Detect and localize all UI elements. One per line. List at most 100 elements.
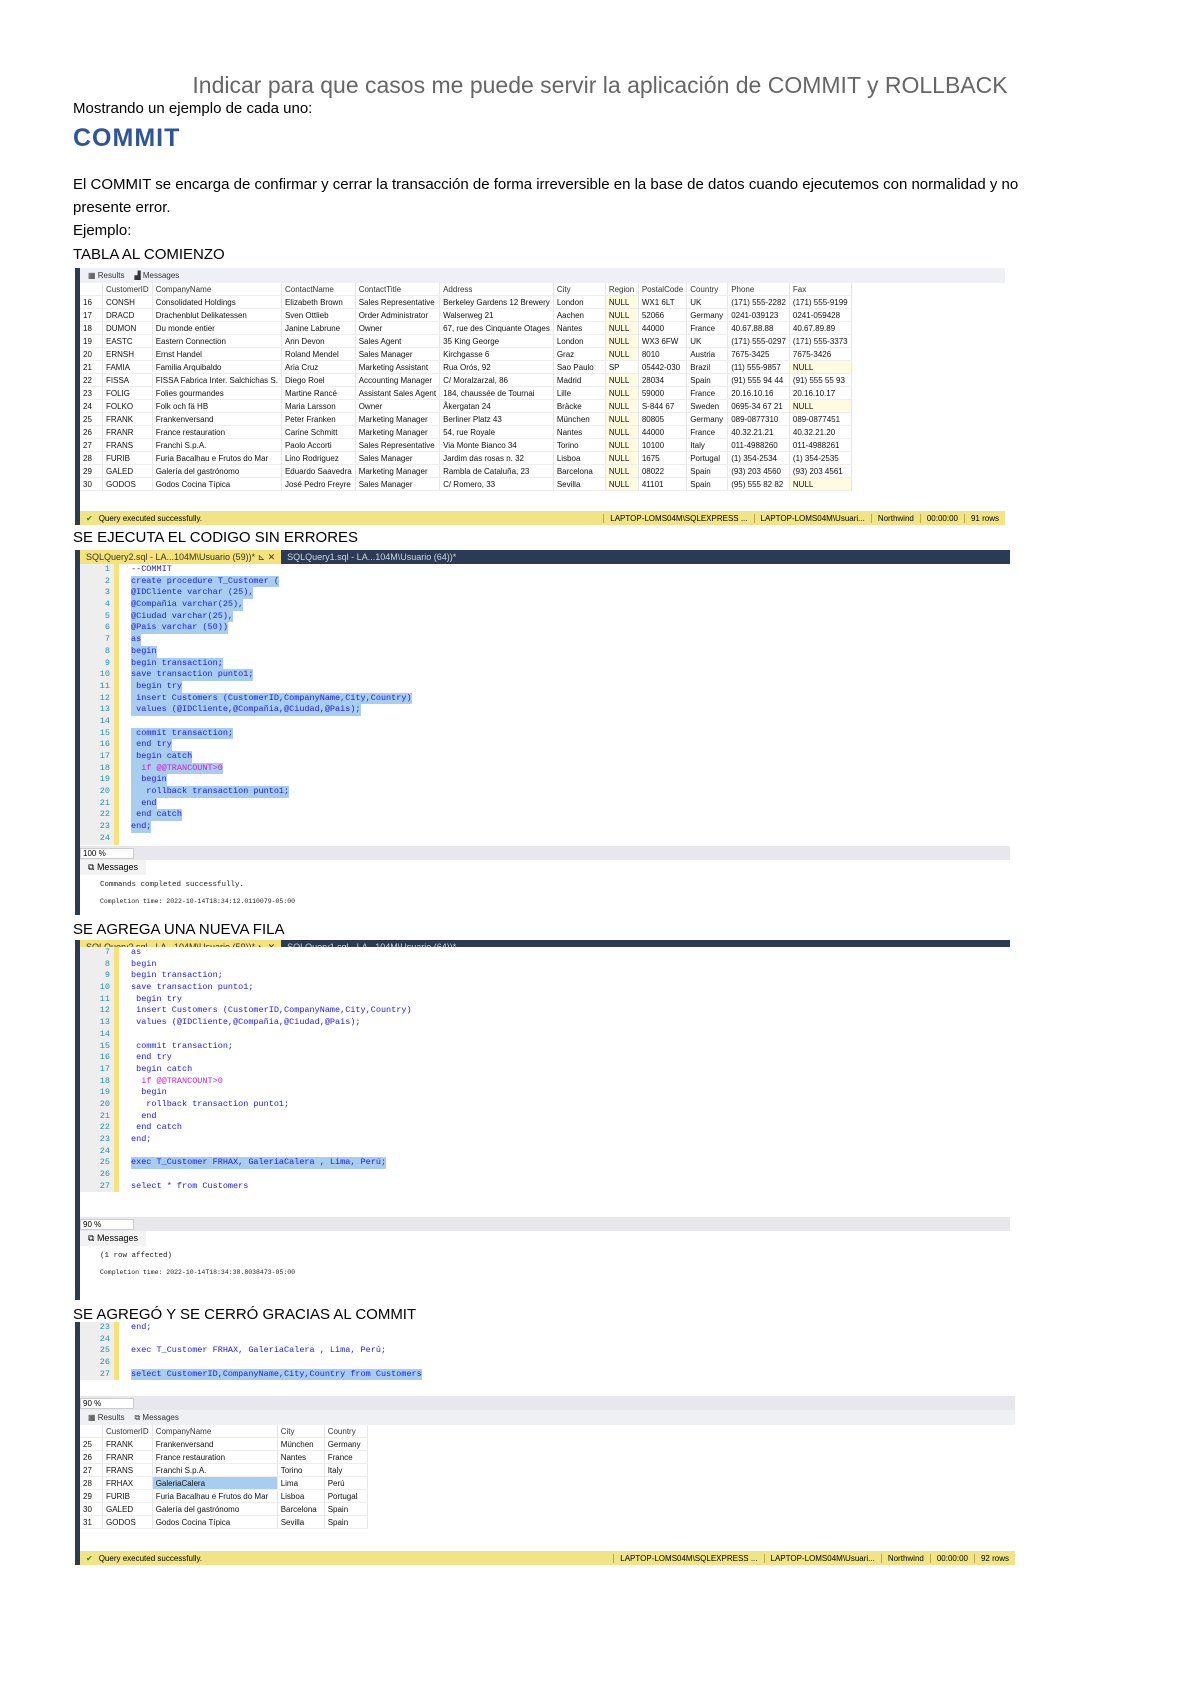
table-cell[interactable]: NULL bbox=[605, 464, 639, 478]
table-cell[interactable]: Walserweg 21 bbox=[439, 308, 554, 322]
table-cell[interactable]: FRANS bbox=[102, 1463, 153, 1477]
table-cell[interactable]: Paolo Accorti bbox=[281, 438, 356, 452]
column-header[interactable]: Fax bbox=[789, 283, 852, 296]
query-tab[interactable]: SQLQuery2.sql - LA...104M\Usuario (59))*… bbox=[80, 550, 282, 564]
table-cell[interactable]: Ann Devon bbox=[281, 334, 356, 348]
table-cell[interactable]: GODOS bbox=[102, 477, 153, 491]
table-cell[interactable]: 26 bbox=[80, 425, 103, 439]
table-cell[interactable]: Rua Orós, 92 bbox=[439, 360, 554, 374]
table-cell[interactable]: Marketing Assistant bbox=[355, 360, 441, 374]
table-cell[interactable]: Frankenversand bbox=[152, 1437, 278, 1451]
table-cell[interactable]: Order Administrator bbox=[355, 308, 441, 322]
table-cell[interactable]: Sales Manager bbox=[355, 347, 441, 361]
table-cell[interactable]: Martine Rancé bbox=[281, 386, 356, 400]
column-header[interactable]: City bbox=[277, 1425, 325, 1438]
table-cell[interactable]: Sweden bbox=[686, 399, 729, 413]
table-cell[interactable]: Sven Ottlieb bbox=[281, 308, 356, 322]
table-row[interactable]: 30 GALED Galería del gastrónomo Barcelona Sp… bbox=[80, 1502, 368, 1516]
table-cell[interactable]: 20.16.10.16 bbox=[727, 386, 790, 400]
code-editor[interactable]: 7 as 8 begin 9 begin transaction; 10 save trans… bbox=[80, 947, 1010, 1217]
table-cell[interactable]: 80805 bbox=[638, 412, 688, 426]
table-cell[interactable]: Janine Labrune bbox=[281, 321, 356, 335]
table-cell[interactable]: (91) 555 94 44 bbox=[727, 373, 790, 387]
table-cell[interactable]: SP bbox=[605, 360, 639, 374]
table-cell[interactable]: London bbox=[553, 295, 606, 309]
table-cell[interactable]: DUMON bbox=[102, 321, 153, 335]
table-cell[interactable]: Eduardo Saavedra bbox=[281, 464, 356, 478]
table-cell[interactable]: CONSH bbox=[102, 295, 153, 309]
table-cell[interactable]: FOLIG bbox=[102, 386, 153, 400]
table-cell[interactable]: Marketing Manager bbox=[355, 464, 441, 478]
table-row[interactable]: 27 FRANS Franchi S.p.A. Torino Italy bbox=[80, 1463, 368, 1477]
table-row[interactable]: 29 GALED Galería del gastrónomo Eduardo Saa… bbox=[80, 464, 852, 478]
table-cell[interactable]: Lille bbox=[553, 386, 606, 400]
table-cell[interactable]: Marketing Manager bbox=[355, 425, 441, 439]
table-cell[interactable]: 40.32.21.20 bbox=[789, 425, 852, 439]
column-header[interactable]: Address bbox=[439, 283, 554, 296]
table-cell[interactable]: Spain bbox=[686, 477, 729, 491]
table-row[interactable]: 17 DRACD Drachenblut Delikatessen Sven Ottl… bbox=[80, 308, 852, 322]
table-cell[interactable]: Familia Arquibaldo bbox=[152, 360, 282, 374]
messages-tab[interactable]: ⧉ Messages bbox=[80, 860, 146, 875]
table-cell[interactable]: 40.32.21.21 bbox=[727, 425, 790, 439]
table-cell[interactable]: NULL bbox=[605, 347, 639, 361]
table-cell[interactable]: 0241-039123 bbox=[727, 308, 790, 322]
table-cell[interactable]: France bbox=[686, 321, 729, 335]
table-cell[interactable]: 1675 bbox=[638, 451, 688, 465]
table-row[interactable]: 26 FRANR France restauration Nantes France bbox=[80, 1450, 368, 1464]
table-cell[interactable]: WX1 6LT bbox=[638, 295, 688, 309]
table-cell[interactable]: 27 bbox=[80, 438, 103, 452]
table-cell[interactable]: Aria Cruz bbox=[281, 360, 356, 374]
table-row[interactable]: 16 CONSH Consolidated Holdings Elizabeth Br… bbox=[80, 295, 852, 309]
table-cell[interactable]: 0695-34 67 21 bbox=[727, 399, 790, 413]
tab-messages[interactable]: ▟ Messages bbox=[134, 271, 179, 280]
column-header[interactable]: Country bbox=[324, 1425, 368, 1438]
table-cell[interactable]: 26 bbox=[80, 1450, 103, 1464]
table-cell[interactable]: Furia Bacalhau e Frutos do Mar bbox=[152, 451, 282, 465]
zoom-select[interactable]: 100 % bbox=[80, 847, 134, 859]
table-cell[interactable]: Franchi S.p.A. bbox=[152, 438, 282, 452]
tab-results[interactable]: ▦ Results bbox=[88, 1413, 124, 1422]
table-cell[interactable]: 29 bbox=[80, 1489, 103, 1503]
table-cell[interactable]: 8010 bbox=[638, 347, 688, 361]
table-cell[interactable]: Åkergatan 24 bbox=[439, 399, 554, 413]
table-cell[interactable]: GODOS bbox=[102, 1515, 153, 1529]
table-cell[interactable]: Berliner Platz 43 bbox=[439, 412, 554, 426]
column-header[interactable]: ContactTitle bbox=[355, 283, 441, 296]
table-cell[interactable]: Lima bbox=[277, 1476, 325, 1490]
table-cell[interactable]: (171) 555-9199 bbox=[789, 295, 852, 309]
messages-tab[interactable]: ⧉ Messages bbox=[80, 1231, 146, 1246]
query-tab[interactable]: SQLQuery1.sql - LA...104M\Usuario (64))* bbox=[281, 550, 462, 564]
table-cell[interactable]: FRANK bbox=[102, 412, 153, 426]
table-cell[interactable]: Aachen bbox=[553, 308, 606, 322]
table-cell[interactable]: 28 bbox=[80, 451, 103, 465]
table-cell[interactable]: ERNSH bbox=[102, 347, 153, 361]
table-cell[interactable]: 30 bbox=[80, 1502, 103, 1516]
column-header[interactable]: CustomerID bbox=[102, 283, 153, 296]
table-cell[interactable]: Germany bbox=[686, 412, 729, 426]
table-row[interactable]: 29 FURIB Furia Bacalhau e Frutos do Mar Lis… bbox=[80, 1489, 368, 1503]
table-cell[interactable]: Barcelona bbox=[553, 464, 606, 478]
table-cell[interactable]: Elizabeth Brown bbox=[281, 295, 356, 309]
table-cell[interactable]: EASTC bbox=[102, 334, 153, 348]
table-cell[interactable]: Furia Bacalhau e Frutos do Mar bbox=[152, 1489, 278, 1503]
table-cell[interactable]: Folk och fä HB bbox=[152, 399, 282, 413]
table-cell[interactable]: (93) 203 4561 bbox=[789, 464, 852, 478]
table-cell[interactable]: Peter Franken bbox=[281, 412, 356, 426]
table-cell[interactable]: Torino bbox=[553, 438, 606, 452]
zoom-select[interactable]: 90 % bbox=[80, 1218, 134, 1230]
column-header[interactable] bbox=[80, 1425, 103, 1438]
table-cell[interactable]: FISSA Fabrica Inter. Salchichas S. bbox=[152, 373, 282, 387]
tab-messages[interactable]: ⧉ Messages bbox=[134, 1413, 178, 1423]
table-row[interactable]: 23 FOLIG Folies gourmandes Martine Rancé Ass… bbox=[80, 386, 852, 400]
table-cell[interactable]: France restauration bbox=[152, 425, 282, 439]
column-header[interactable]: CompanyName bbox=[152, 283, 282, 296]
table-cell[interactable]: 0241-059428 bbox=[789, 308, 852, 322]
table-cell[interactable]: 18 bbox=[80, 321, 103, 335]
table-cell[interactable]: München bbox=[553, 412, 606, 426]
table-cell[interactable]: NULL bbox=[605, 399, 639, 413]
table-cell[interactable]: 44000 bbox=[638, 321, 688, 335]
table-cell[interactable]: 16 bbox=[80, 295, 103, 309]
table-cell[interactable]: Frankenversand bbox=[152, 412, 282, 426]
table-cell[interactable]: Spain bbox=[324, 1502, 368, 1516]
